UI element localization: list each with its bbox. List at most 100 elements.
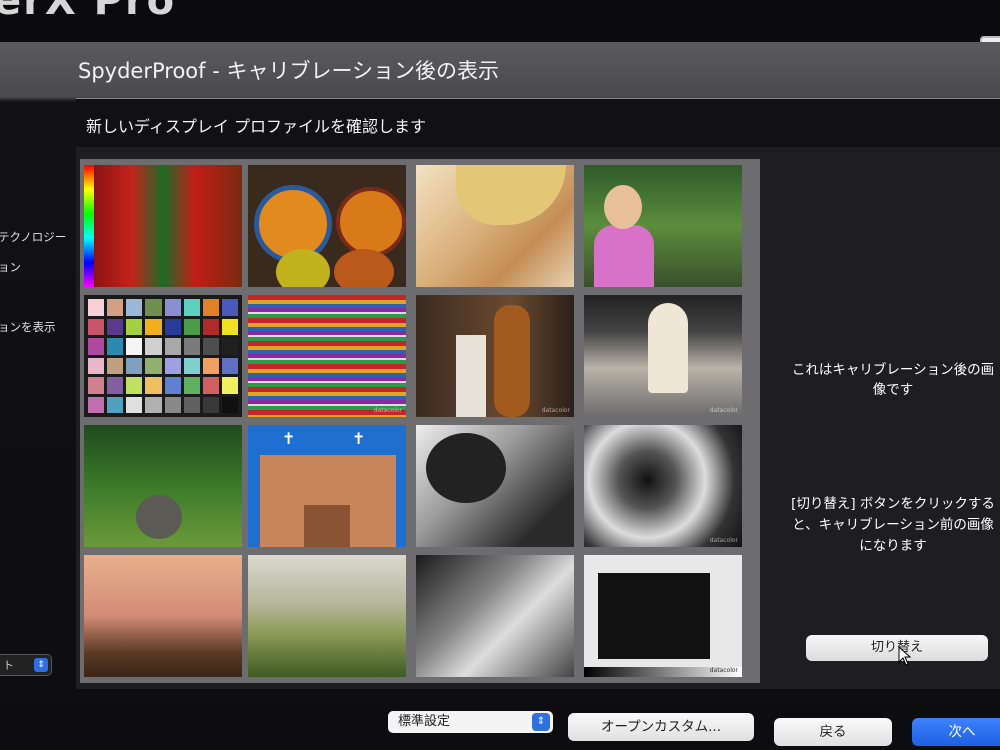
color-swatch: [202, 357, 219, 374]
urn-shape: [136, 495, 182, 539]
color-swatch: [164, 318, 181, 335]
updown-arrow-icon: ⇕: [34, 658, 48, 672]
sidebar-item-show-calibration[interactable]: ョンを表示: [0, 319, 56, 335]
color-swatch: [145, 357, 162, 374]
door-shape: [304, 505, 350, 547]
sidebar-item-technology[interactable]: テクノロジー: [0, 229, 66, 245]
watermark-text: datacolor: [373, 407, 402, 414]
color-swatch: [221, 377, 238, 394]
color-swatch: [221, 396, 238, 413]
color-strip: [84, 165, 94, 287]
hair-shape: [456, 165, 566, 225]
color-swatch: [164, 377, 181, 394]
color-swatch: [126, 338, 143, 355]
color-swatch: [183, 318, 200, 335]
color-swatch: [164, 299, 181, 316]
watermark-text: datacolor: [709, 537, 738, 544]
back-button[interactable]: 戻る: [774, 718, 892, 746]
color-swatch: [126, 377, 143, 394]
mouse-cursor-icon: [898, 646, 912, 666]
plate-shape: [276, 249, 330, 287]
dark-panel-shape: [598, 573, 710, 659]
color-swatch: [145, 318, 162, 335]
color-swatch: [107, 299, 124, 316]
app-title: erX Pro: [0, 0, 177, 24]
color-swatch: [145, 299, 162, 316]
updown-arrow-icon: ⇕: [532, 713, 550, 731]
color-swatch: [164, 396, 181, 413]
color-swatch: [88, 357, 105, 374]
garden-urn-image: [84, 425, 242, 547]
plates-image: [248, 165, 406, 287]
sunset-hills-image: [84, 555, 242, 677]
open-custom-button[interactable]: オープンカスタム...: [568, 713, 754, 741]
watermark-text: datacolor: [709, 667, 738, 674]
plate-shape: [334, 249, 394, 287]
color-swatch: [107, 377, 124, 394]
color-swatch: [107, 318, 124, 335]
color-swatch: [145, 338, 162, 355]
adobe-church-image: ✝ ✝: [248, 425, 406, 547]
color-swatch: [164, 338, 181, 355]
sidebar-select[interactable]: ト ⇕: [0, 654, 52, 676]
color-swatch: [126, 318, 143, 335]
color-swatch: [183, 377, 200, 394]
next-button[interactable]: 次へ: [912, 718, 1000, 746]
bass-player-image: datacolor: [416, 295, 574, 417]
sidebar-item-calibration[interactable]: ョン: [0, 259, 21, 275]
hair-shape: [426, 433, 506, 503]
face-shape: [604, 185, 642, 229]
sidebar-select-value: ト: [3, 659, 14, 672]
spiral-stair-image: datacolor: [584, 425, 742, 547]
toggle-instruction-note: [切り替え] ボタンをクリックすると、キャリブレーション前の画像になります: [791, 496, 995, 554]
color-swatch: [221, 357, 238, 374]
color-swatch: [202, 377, 219, 394]
profile-select-value: 標準設定: [398, 714, 451, 729]
figure-shape: [648, 303, 688, 393]
color-swatch: [202, 338, 219, 355]
color-swatch: [164, 357, 181, 374]
cross-icon: ✝: [282, 429, 296, 448]
panel-heading: 新しいディスプレイ プロファイルを確認します: [86, 117, 426, 136]
marilyn-street-image: datacolor: [584, 295, 742, 417]
color-swatch: [221, 318, 238, 335]
toggle-button[interactable]: 切り替え: [806, 635, 988, 661]
bass-shape: [494, 305, 530, 417]
color-swatch: [107, 396, 124, 413]
shirt-shape: [594, 225, 654, 287]
color-swatch: [202, 318, 219, 335]
color-swatch: [88, 299, 105, 316]
color-swatch: [221, 299, 238, 316]
color-checker-image: [84, 295, 242, 417]
image-grid: datacolor datacolor datacolor ✝ ✝ dataco…: [80, 159, 760, 683]
figure-shape: [456, 335, 486, 417]
color-swatch: [88, 377, 105, 394]
scooter-image: [416, 555, 574, 677]
color-swatch: [202, 299, 219, 316]
woman-portrait-image: [416, 165, 574, 287]
dialog-title: SpyderProof - キャリブレーション後の表示: [78, 59, 500, 83]
color-swatch: [88, 396, 105, 413]
color-swatch: [202, 396, 219, 413]
color-swatch: [183, 396, 200, 413]
watermark-text: datacolor: [709, 407, 738, 414]
color-swatch: [126, 357, 143, 374]
after-calibration-note: これはキャリブレーション後の画像です: [791, 362, 995, 398]
color-swatch: [145, 396, 162, 413]
girl-flowers-image: [584, 165, 742, 287]
color-swatch: [183, 338, 200, 355]
color-swatch: [145, 377, 162, 394]
color-swatch: [88, 318, 105, 335]
color-swatch: [107, 357, 124, 374]
bw-portrait-image: [416, 425, 574, 547]
fabric-rolls-image: datacolor: [248, 295, 406, 417]
profile-select[interactable]: 標準設定 ⇕: [388, 711, 553, 733]
cross-icon: ✝: [352, 429, 366, 448]
color-swatch: [107, 338, 124, 355]
color-swatch: [126, 396, 143, 413]
bw-test-image: datacolor: [584, 555, 742, 677]
color-swatch: [126, 299, 143, 316]
color-swatch: [183, 299, 200, 316]
panel-header: 新しいディスプレイ プロファイルを確認します: [76, 99, 1000, 147]
color-swatch: [221, 338, 238, 355]
